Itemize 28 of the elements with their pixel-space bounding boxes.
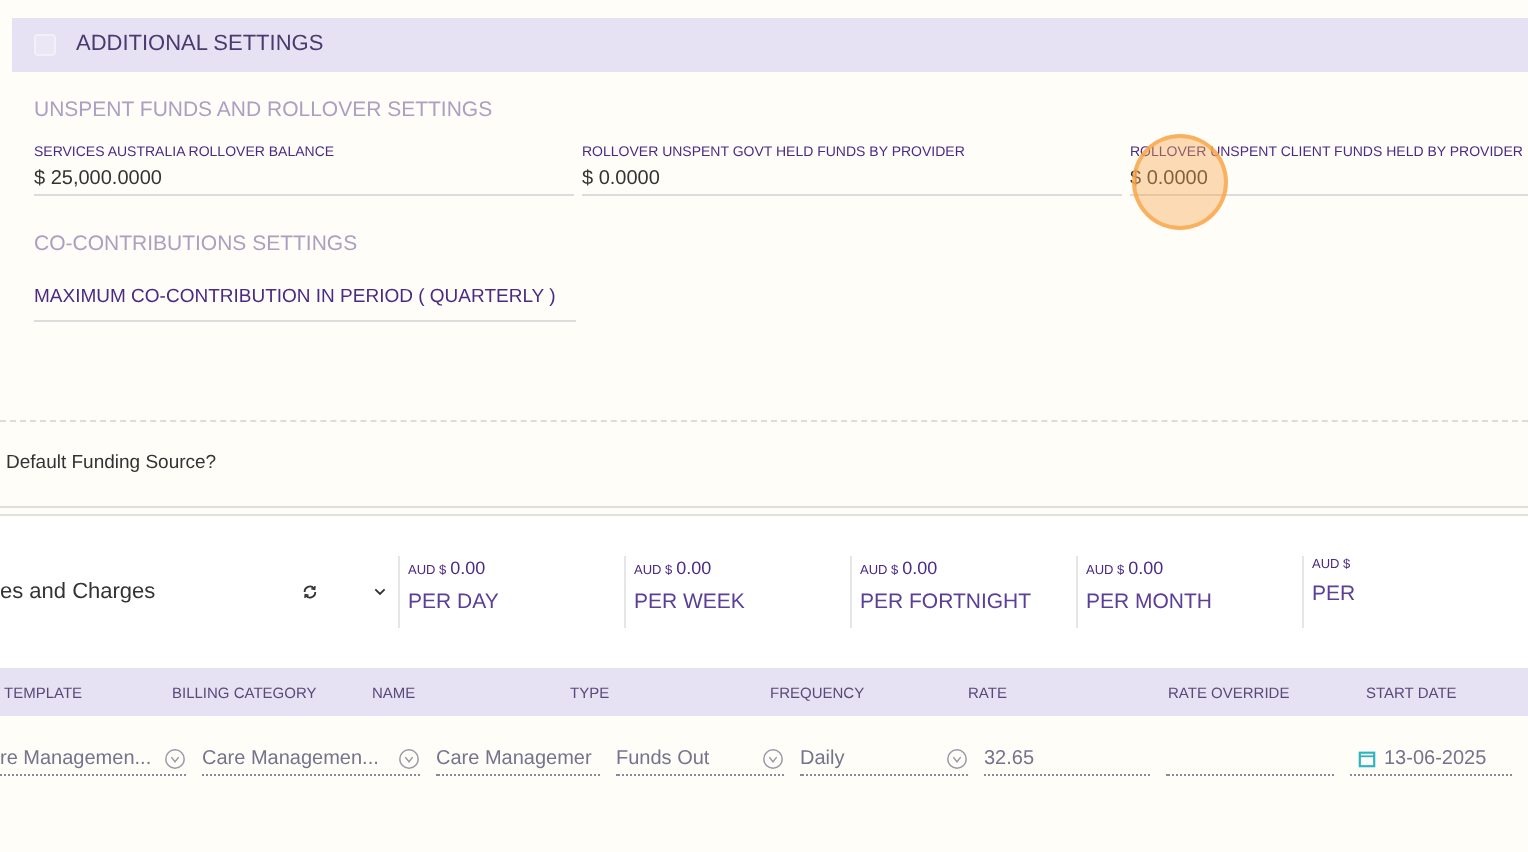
amount-text: 0.00	[1128, 556, 1164, 583]
dropdown-icon[interactable]	[946, 748, 968, 771]
period-label: PER WEEK	[634, 587, 747, 618]
period-label: PER FORTNIGHT	[860, 587, 1034, 618]
dropdown-icon[interactable]	[164, 748, 186, 771]
select-field[interactable]: Care Managemen...	[202, 744, 420, 777]
period-label: PER	[1312, 580, 1358, 610]
amount-text: 0.00	[450, 556, 486, 583]
select-field[interactable]: Daily	[800, 744, 968, 777]
field-label: Default Funding Source?	[4, 452, 219, 477]
input-field[interactable]: MAXIMUM CO-CONTRIBUTION IN PERIOD ( QUARTERLY )	[34, 284, 576, 323]
subsection-title: CO-CONTRIBUTIONS SETTINGS	[34, 230, 360, 258]
select-field[interactable]: Funds Out	[616, 744, 784, 777]
date-field[interactable]: 13-06-2025	[1350, 744, 1512, 777]
section-title: ADDITIONAL SETTINGS	[76, 30, 324, 61]
input-field[interactable]: Care Managemer	[436, 744, 600, 777]
dropdown-icon[interactable]	[762, 748, 784, 771]
amount-text: 0.00	[902, 556, 938, 583]
calendar-icon[interactable]	[1358, 750, 1376, 769]
select-field[interactable]: re Managemen...	[0, 744, 186, 777]
dropdown-icon[interactable]	[398, 748, 420, 771]
section-title: es and Charges	[0, 578, 158, 608]
chevron-down-icon[interactable]	[374, 586, 386, 599]
amount-text: 0.00	[676, 556, 712, 583]
subsection-title: UNSPENT FUNDS AND ROLLOVER SETTINGS	[34, 96, 495, 124]
period-label: PER MONTH	[1086, 587, 1214, 618]
period-label: PER DAY	[408, 587, 501, 618]
input-field[interactable]: 32.65	[984, 744, 1150, 777]
